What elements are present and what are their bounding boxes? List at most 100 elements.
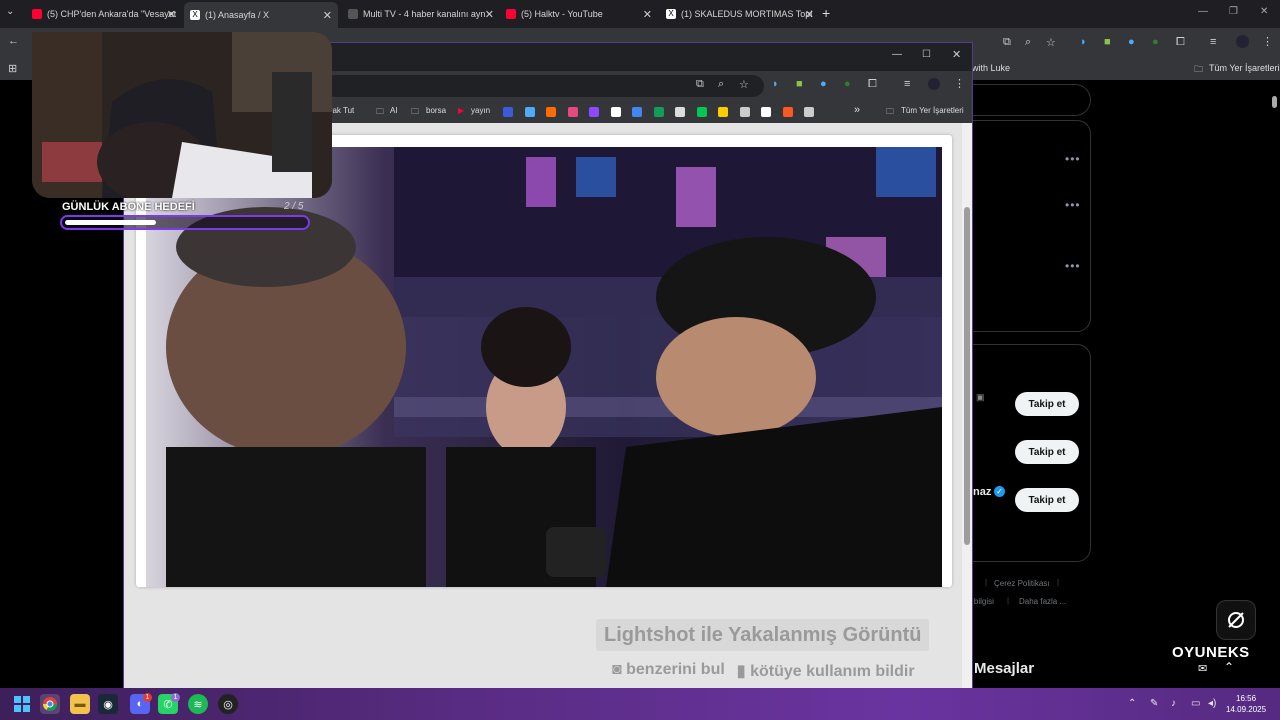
new-message-icon[interactable]: ✉: [1198, 662, 1207, 675]
bookmark-favicon-icon[interactable]: [503, 107, 513, 117]
all-bookmarks[interactable]: Tüm Yer İşaretleri: [1209, 63, 1280, 73]
microphone-icon[interactable]: ♪: [1171, 698, 1176, 709]
system-clock[interactable]: 16:56 14.09.2025: [1226, 693, 1266, 715]
bookmark-item[interactable]: with Luke: [972, 63, 1010, 73]
extension-icon[interactable]: ◗: [772, 78, 779, 90]
tab-skaledus[interactable]: X (1) SKALEDUS MORTIMAS Topl ✕: [666, 4, 814, 24]
youtube-icon: [506, 9, 516, 19]
bookmark-favicon-icon[interactable]: [653, 107, 664, 117]
tab-search-chevron-icon[interactable]: ⌄: [6, 6, 14, 17]
outer-scrollbar[interactable]: [1270, 82, 1278, 688]
extension-icon[interactable]: ■: [796, 78, 803, 90]
folder-icon: 🗀: [376, 107, 384, 116]
extension-icon[interactable]: ●: [820, 78, 827, 90]
all-bookmarks[interactable]: Tüm Yer İşaretleri: [901, 106, 964, 115]
bookmark-favicon-icon[interactable]: [567, 107, 578, 117]
report-abuse-button[interactable]: ▮ kötüye kullanım bildir: [737, 661, 915, 681]
pen-icon[interactable]: ✎: [1150, 698, 1158, 709]
zoom-icon[interactable]: ⌕: [1025, 36, 1031, 49]
bookmark-favicon-icon[interactable]: [782, 107, 793, 117]
bookmark-favicon-icon[interactable]: [804, 107, 814, 117]
find-similar-button[interactable]: ◙ benzerini bul: [612, 661, 725, 681]
bookmarks-overflow-icon[interactable]: »: [854, 104, 860, 116]
bookmark-folder-borsa[interactable]: borsa: [426, 106, 446, 115]
menu-kebab-icon[interactable]: ⋮: [1262, 35, 1273, 48]
bookmark-favicon-icon[interactable]: [524, 107, 535, 117]
follow-button[interactable]: Takip et: [1015, 392, 1079, 416]
footer-link-more[interactable]: Daha fazla ...: [1019, 597, 1066, 606]
maximize-icon[interactable]: ❐: [1229, 6, 1238, 17]
bookmark-favicon-icon[interactable]: [718, 107, 728, 117]
bookmark-favicon-icon[interactable]: [761, 107, 771, 117]
new-tab-icon[interactable]: +: [822, 5, 830, 21]
profile-avatar[interactable]: [928, 78, 940, 90]
minimize-icon[interactable]: —: [1198, 6, 1208, 17]
install-icon[interactable]: ⧉: [1003, 36, 1011, 49]
close-tab-icon[interactable]: ✕: [805, 8, 814, 21]
bookmark-favicon-icon[interactable]: [696, 107, 707, 117]
footer-link-cookie-policy[interactable]: Çerez Politikası: [994, 579, 1050, 588]
extension-icon[interactable]: ●: [844, 78, 851, 90]
screenshot-image[interactable]: [146, 147, 942, 587]
inner-scrollbar-thumb[interactable]: [964, 207, 970, 545]
apps-grid-icon[interactable]: ⊞: [8, 62, 17, 75]
volume-icon[interactable]: ◂): [1208, 698, 1216, 709]
bookmark-favicon-icon[interactable]: [610, 107, 621, 117]
youtube-icon: [32, 9, 42, 19]
extension-icon[interactable]: ◗: [1080, 36, 1087, 48]
more-options-icon[interactable]: •••: [1065, 152, 1081, 166]
close-tab-icon[interactable]: ✕: [643, 8, 652, 21]
follow-button[interactable]: Takip et: [1015, 440, 1079, 464]
close-window-icon[interactable]: ✕: [952, 48, 961, 61]
outer-scrollbar-thumb[interactable]: [1272, 96, 1277, 108]
bookmark-favicon-icon[interactable]: [589, 107, 599, 117]
extension-icon[interactable]: ●: [1152, 36, 1159, 48]
bookmark-favicon-icon[interactable]: [675, 107, 685, 117]
tab-x-home[interactable]: X (1) Anasayfa / X ✕: [184, 2, 338, 28]
steam-icon[interactable]: ◉: [98, 694, 118, 714]
media-icon[interactable]: ≡: [1210, 36, 1216, 48]
start-windows-icon[interactable]: [12, 694, 32, 714]
extension-icon[interactable]: ●: [1128, 36, 1135, 48]
tab-chp[interactable]: (5) CHP'den Ankara'da "Vesayet ✕: [32, 4, 176, 24]
extensions-puzzle-icon[interactable]: ⧠: [1176, 36, 1185, 49]
profile-avatar[interactable]: [1236, 35, 1249, 48]
close-tab-icon[interactable]: ✕: [167, 8, 176, 21]
chrome-icon[interactable]: [40, 694, 60, 714]
lightshot-title: Lightshot ile Yakalanmış Görüntü: [596, 619, 930, 651]
maximize-icon[interactable]: ☐: [922, 49, 931, 60]
more-options-icon[interactable]: •••: [1065, 198, 1081, 212]
bookmark-star-icon[interactable]: ☆: [1046, 36, 1056, 49]
close-window-icon[interactable]: ✕: [1260, 6, 1268, 17]
tab-halktv[interactable]: (5) Halktv - YouTube ✕: [506, 4, 652, 24]
close-tab-icon[interactable]: ✕: [485, 8, 494, 21]
media-icon[interactable]: ≡: [904, 78, 910, 90]
spotify-icon[interactable]: ≋: [188, 694, 208, 714]
close-tab-icon[interactable]: ✕: [323, 9, 332, 22]
minimize-icon[interactable]: —: [892, 49, 902, 60]
bookmark-star-icon[interactable]: ☆: [739, 78, 749, 91]
grok-button[interactable]: [1216, 600, 1256, 640]
file-explorer-icon[interactable]: ▬: [70, 694, 90, 714]
app-icon[interactable]: ◎: [218, 694, 238, 714]
bookmark-item-yayin[interactable]: yayın: [471, 106, 490, 115]
tray-chevron-icon[interactable]: ⌃: [1128, 698, 1136, 709]
menu-kebab-icon[interactable]: ⋮: [954, 77, 965, 90]
extensions-puzzle-icon[interactable]: ⧠: [868, 78, 877, 91]
zoom-icon[interactable]: ⌕: [718, 78, 724, 91]
tab-multitv[interactable]: Multi TV - 4 haber kanalını ayn ✕: [348, 4, 494, 24]
webcam-overlay: [32, 32, 332, 198]
more-options-icon[interactable]: •••: [1065, 259, 1081, 273]
expand-up-icon[interactable]: ⌃: [1224, 660, 1234, 674]
bookmark-favicon-icon[interactable]: [546, 107, 556, 117]
bookmark-folder-ai[interactable]: AI: [390, 106, 398, 115]
extension-icon[interactable]: ■: [1104, 36, 1111, 48]
install-icon[interactable]: ⧉: [696, 78, 704, 91]
bookmark-favicon-icon[interactable]: [739, 107, 750, 117]
follow-button[interactable]: Takip et: [1015, 488, 1079, 512]
back-icon[interactable]: ←: [8, 35, 19, 47]
bookmark-favicon-icon[interactable]: [632, 107, 642, 117]
network-icon[interactable]: ▭: [1191, 698, 1200, 709]
account-name[interactable]: naz: [973, 486, 991, 498]
x-messages-drawer[interactable]: Mesajlar: [974, 660, 1034, 677]
